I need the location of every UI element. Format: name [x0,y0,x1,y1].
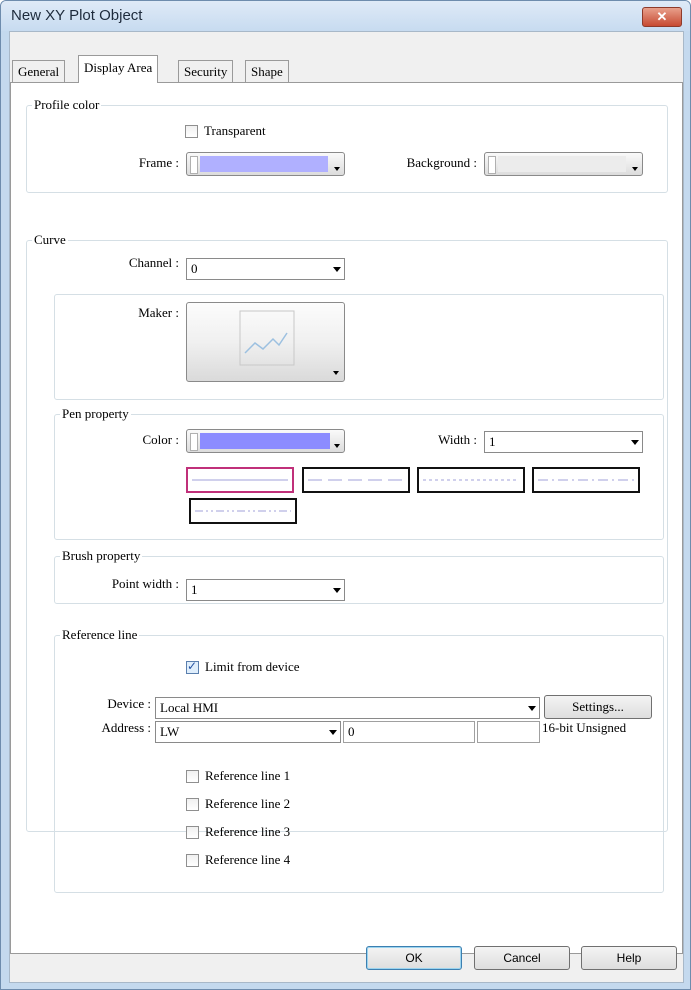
background-label: Background : [406,155,477,170]
transparent-label: Transparent [204,123,266,138]
address-type-value: LW [160,724,180,739]
address-extra-input[interactable] [477,721,540,743]
maker-select[interactable] [186,302,345,382]
line-style-dot[interactable] [417,467,525,493]
point-width-label: Point width : [111,576,179,591]
line-style-dash[interactable] [302,467,410,493]
channel-value: 0 [191,261,198,276]
limit-from-device-checkbox[interactable] [186,659,199,674]
address-input[interactable]: 0 [343,721,475,743]
frame-color-fill [200,156,328,172]
dialog-window: New XY Plot Object ✕ General Display Are… [0,0,691,990]
device-select[interactable]: Local HMI [155,697,540,719]
profile-color-label: Profile color [32,97,102,113]
reference-line-2-checkbox[interactable] [186,798,199,811]
line-style-dash-dot[interactable] [532,467,640,493]
tab-shape[interactable]: Shape [245,60,289,82]
brush-property-label: Brush property [60,548,143,564]
tab-display-area[interactable]: Display Area [78,55,159,83]
dialog-client: General Display Area Security Shape Prof… [9,31,684,983]
pen-width-select[interactable]: 1 [484,431,643,453]
reference-line-4-label: Reference line 4 [205,852,291,867]
cancel-button[interactable]: Cancel [474,946,570,970]
tab-security[interactable]: Security [178,60,234,82]
reference-line-3-label: Reference line 3 [205,824,291,839]
dash-dot-line-icon [538,479,634,481]
chevron-down-icon [631,440,639,445]
reference-line-group [54,635,664,893]
close-button[interactable]: ✕ [642,7,682,27]
solid-line-icon [192,479,288,481]
address-label: Address : [101,720,151,735]
curve-label: Curve [32,232,68,248]
dot-line-icon [423,479,519,481]
point-width-value: 1 [191,582,198,597]
dash-dot-dot-line-icon [195,510,291,512]
swatch-stub [190,156,198,174]
pen-color-fill [200,433,330,449]
pen-width-label: Width : [438,432,477,447]
reference-line-3-checkbox[interactable] [186,826,199,839]
tab-panel-display-area: Profile color Transparent Frame : Backgr… [10,82,683,954]
channel-label: Channel : [128,255,179,270]
settings-button[interactable]: Settings... [544,695,652,719]
chevron-down-icon [334,444,340,448]
line-style-solid[interactable] [186,467,294,493]
chevron-down-icon [632,167,638,171]
reference-line-1-label: Reference line 1 [205,768,291,783]
device-value: Local HMI [160,700,219,715]
frame-color-picker[interactable] [186,152,345,176]
reference-line-2-label: Reference line 2 [205,796,291,811]
line-style-dash-dot-dot[interactable] [189,498,297,524]
chevron-down-icon [333,267,341,272]
chevron-down-icon [333,588,341,593]
line-chart-icon [239,310,339,375]
reference-line-label: Reference line [60,627,140,643]
address-type-select[interactable]: LW [155,721,341,743]
close-icon: ✕ [656,9,668,24]
dash-line-icon [308,479,404,481]
profile-color-group [26,105,668,193]
maker-label: Maker : [138,305,179,320]
background-color-picker[interactable] [484,152,643,176]
transparent-checkbox[interactable] [185,125,198,138]
pen-color-picker[interactable] [186,429,345,453]
background-color-fill [498,156,626,172]
frame-label: Frame : [138,155,179,170]
pen-property-label: Pen property [60,406,131,422]
chevron-down-icon [528,706,536,711]
window-title: New XY Plot Object [11,7,143,24]
ok-button[interactable]: OK [366,946,462,970]
pen-width-value: 1 [489,434,496,449]
data-format-label: 16-bit Unsigned [542,720,627,735]
point-width-select[interactable]: 1 [186,579,345,601]
channel-select[interactable]: 0 [186,258,345,280]
tab-general[interactable]: General [12,60,66,82]
title-bar[interactable]: New XY Plot Object ✕ [1,1,690,31]
help-button[interactable]: Help [581,946,677,970]
pen-color-label: Color : [142,432,179,447]
reference-line-1-checkbox[interactable] [186,770,199,783]
swatch-stub [488,156,496,174]
limit-from-device-label: Limit from device [205,659,300,674]
chevron-down-icon [334,167,340,171]
swatch-stub [190,433,198,451]
reference-line-4-checkbox[interactable] [186,854,199,867]
chevron-down-icon [329,730,337,735]
device-label: Device : [107,696,151,711]
